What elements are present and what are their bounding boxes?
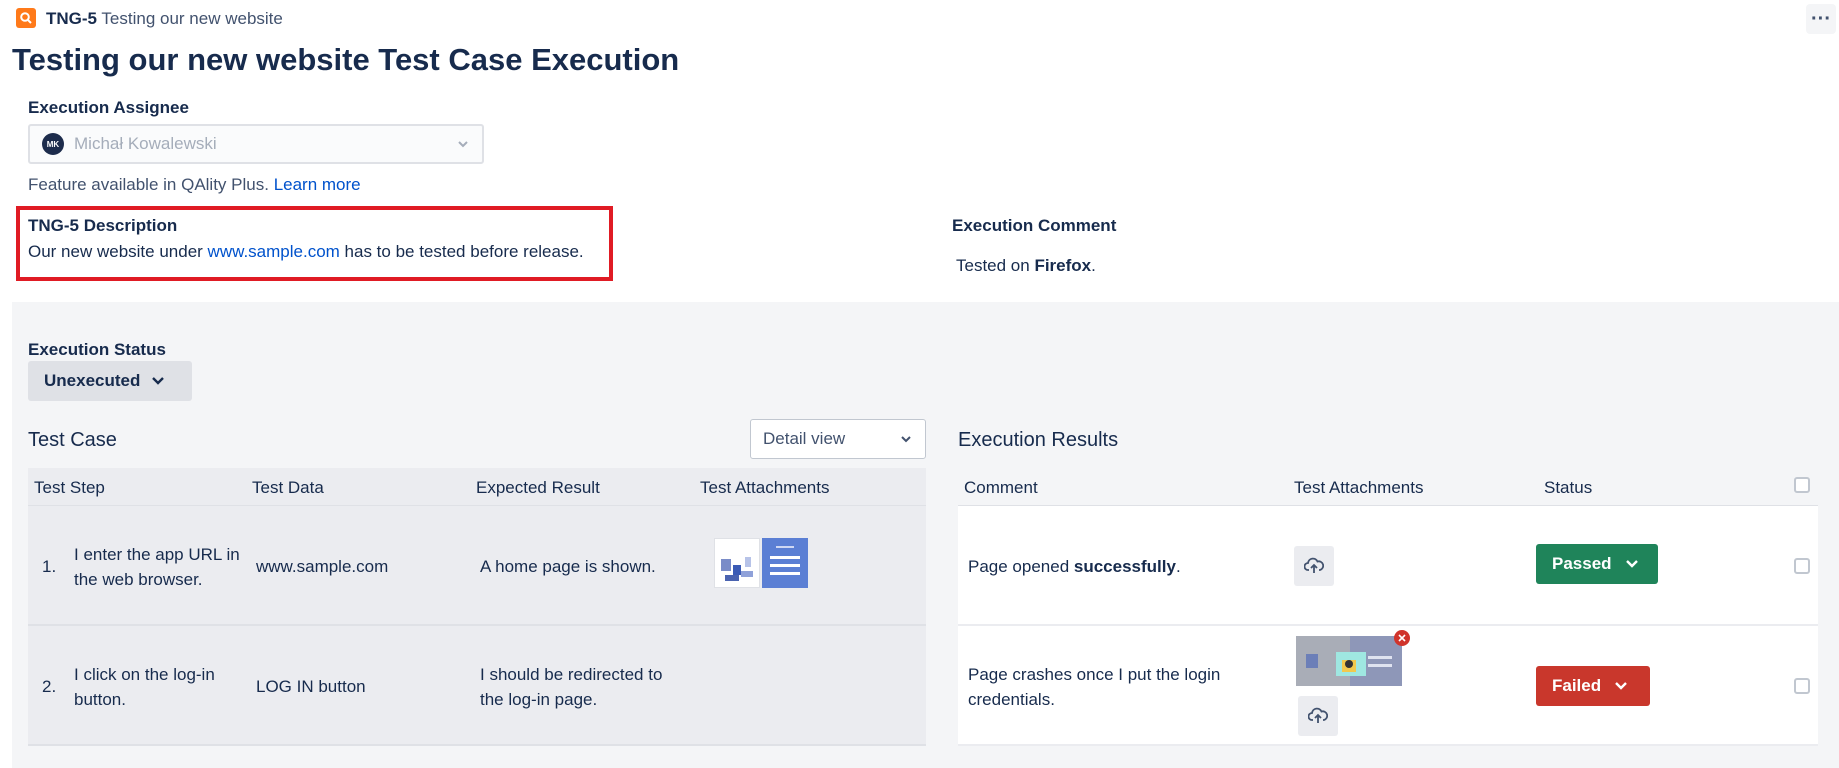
comment-text-bold: Firefox [1034,256,1092,275]
chevron-down-icon [152,377,165,385]
expected-result: A home page is shown. [480,557,656,576]
table-header: Comment Test Attachments Status [958,468,1818,506]
comment-text-before: Tested on [956,256,1035,275]
assignee-select: MK Michał Kowalewski [28,124,484,164]
result-comment-line2[interactable]: credentials. [968,687,1055,712]
attachment-thumbnail[interactable] [714,538,760,588]
test-case-title: Test Case [28,429,117,451]
result-status-value: Failed [1552,676,1602,695]
more-icon: ··· [1811,7,1831,30]
table-row: Page crashes once I put the login creden… [958,626,1818,746]
feature-note: Feature available in QAlity Plus. Learn … [28,175,361,195]
description-label: TNG-5 Description [28,216,178,235]
column-header: Test Attachments [700,478,830,497]
column-header: Test Data [252,478,324,497]
table-row: 1. I enter the app URL in the web browse… [28,506,926,626]
upload-attachment-button[interactable] [1298,696,1338,736]
comment-text-after: . [1091,256,1096,275]
chevron-down-icon [1615,682,1627,690]
expected-result-line2: the log-in page. [480,690,598,709]
description-text: Our new website under www.sample.com has… [28,242,584,262]
execution-comment-label: Execution Comment [952,216,1117,235]
test-data: LOG IN button [256,677,366,696]
step-number: 2. [42,677,57,696]
column-header: Status [1544,478,1593,497]
attachment-thumbnail[interactable] [762,538,808,588]
issue-title[interactable]: Testing our new website [101,9,282,28]
execution-status-value: Unexecuted [44,371,141,390]
remove-attachment-button[interactable] [1394,630,1410,646]
view-select-value: Detail view [763,429,846,448]
result-comment-text: Page opened [968,557,1074,576]
execution-status-dropdown[interactable]: Unexecuted [28,361,192,401]
assignee-label: Execution Assignee [28,98,189,117]
row-checkbox[interactable] [1794,678,1810,694]
attachment-thumbnail[interactable] [1296,636,1402,686]
table-row: Page opened successfully. Passed [958,506,1818,626]
close-icon [1398,634,1406,642]
column-header: Expected Result [476,478,600,497]
view-select[interactable]: Detail view [750,419,926,459]
step-text-line2: the web browser. [74,570,203,589]
result-status-dropdown[interactable]: Failed [1536,666,1650,706]
issue-key[interactable]: TNG-5 [46,9,97,28]
column-header: Test Step [34,478,105,497]
result-status-value: Passed [1552,554,1612,573]
test-case-table: Test Step Test Data Expected Result Test… [28,468,926,748]
cloud-upload-icon [1304,557,1324,573]
breadcrumb[interactable]: TNG-5 Testing our new website [46,9,283,29]
page-title: Testing our new website Test Case Execut… [12,42,680,77]
upload-attachment-button[interactable] [1294,546,1334,586]
execution-status-label: Execution Status [28,340,166,359]
step-text-line1: I enter the app URL in [74,545,240,564]
chevron-down-icon [901,436,911,443]
more-actions-button[interactable]: ··· [1806,4,1836,34]
expected-result-line1: I should be redirected to [480,665,663,684]
result-comment-end: . [1175,557,1181,576]
select-all-checkbox[interactable] [1794,477,1810,493]
result-status-dropdown[interactable]: Passed [1536,544,1658,584]
feature-note-text: Feature available in QAlity Plus. [28,175,269,194]
table-row: 2. I click on the log-in button. LOG IN … [28,626,926,746]
row-checkbox[interactable] [1794,558,1810,574]
step-number: 1. [42,557,57,576]
issue-type-icon [16,8,36,28]
result-comment[interactable]: Page opened successfully. [968,554,1181,579]
assignee-value: Michał Kowalewski [74,134,217,153]
chevron-down-icon [458,141,468,148]
column-header: Test Attachments [1294,478,1424,497]
avatar: MK [42,133,64,155]
search-icon [20,12,32,24]
description-text-before: Our new website under [28,242,208,261]
step-text-line2: button. [74,690,126,709]
table-header: Test Step Test Data Expected Result Test… [28,468,926,506]
execution-results-title: Execution Results [958,429,1119,451]
column-header: Comment [964,478,1038,497]
execution-results-table: Comment Test Attachments Status Page ope… [958,468,1818,748]
learn-more-link[interactable]: Learn more [274,175,361,194]
chevron-down-icon [1625,560,1638,568]
description-link[interactable]: www.sample.com [208,242,340,261]
execution-comment-text[interactable]: Tested on Firefox. [956,256,1096,276]
step-text-line1: I click on the log-in [74,665,215,684]
result-comment-line1[interactable]: Page crashes once I put the login [968,662,1220,687]
test-data-link[interactable]: www.sample.com [256,554,388,579]
cloud-upload-icon [1308,707,1328,723]
description-text-after: has to be tested before release. [339,242,584,261]
result-comment-bold: successfully [1073,557,1176,576]
